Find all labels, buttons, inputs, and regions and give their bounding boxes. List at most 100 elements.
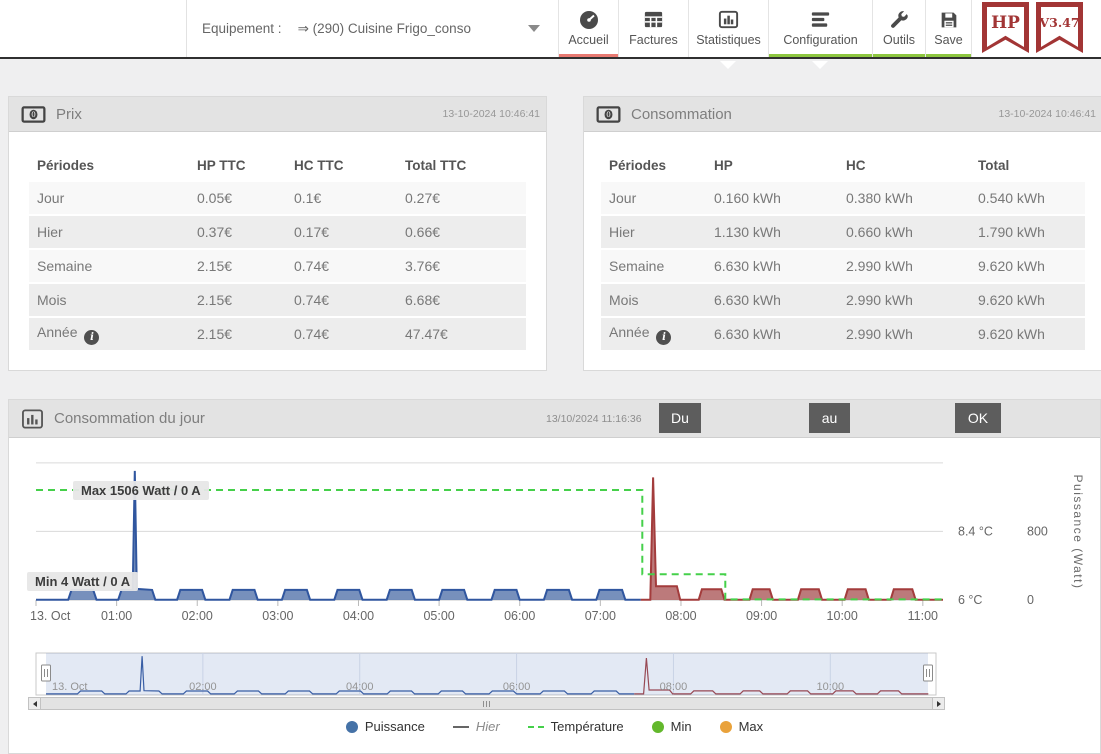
scrollbar-track[interactable] — [41, 697, 932, 710]
cell: 2.990 kWh — [846, 292, 978, 308]
legend-item-hier[interactable]: Hier — [453, 719, 500, 734]
panel-header: Consommation du jour 13/10/2024 11:16:36… — [9, 400, 1100, 438]
badge-text: V3.47 — [1036, 15, 1083, 30]
du-button[interactable]: Du — [659, 403, 701, 433]
nav-item-outils[interactable]: Outils — [872, 0, 925, 57]
legend-label: Min — [671, 719, 692, 734]
svg-text:0: 0 — [31, 110, 36, 119]
main-nav: Accueil Factures Statistiques Configurat… — [558, 0, 972, 57]
row-label: Mois — [609, 292, 714, 308]
panel-title: Consommation — [631, 106, 732, 123]
nav-label: Outils — [883, 33, 915, 47]
divider — [186, 0, 187, 57]
table-row: Semaine 2.15€ 0.74€ 3.76€ — [29, 250, 526, 282]
nav-item-accueil[interactable]: Accueil — [558, 0, 618, 57]
active-underline — [769, 54, 872, 57]
max-annotation: Max 1506 Watt / 0 A — [73, 481, 209, 500]
legend-item-température[interactable]: Température — [528, 719, 624, 734]
table-row: Hier 0.37€ 0.17€ 0.66€ — [29, 216, 526, 248]
nav-item-factures[interactable]: Factures — [618, 0, 688, 57]
cell: 1.790 kWh — [978, 224, 1085, 240]
column-header: HP TTC — [197, 158, 294, 173]
nav-item-configuration[interactable]: Configuration — [768, 0, 872, 57]
column-header: Périodes — [609, 158, 714, 173]
equipment-selector[interactable]: Equipement : ⇒ (290) Cuisine Frigo_conso — [202, 0, 471, 57]
scrollbar-grip[interactable] — [483, 701, 491, 707]
cell: 0.380 kWh — [846, 190, 978, 206]
gauge-icon — [577, 7, 601, 32]
cell: 0.160 kWh — [714, 190, 846, 206]
bar-chart-icon — [21, 409, 44, 429]
table-row: Jour 0.05€ 0.1€ 0.27€ — [29, 182, 526, 214]
table-header-row: Périodes HP HC Total — [601, 150, 1085, 180]
cell: 2.15€ — [197, 258, 294, 274]
equipment-label: Equipement : — [202, 21, 282, 36]
wrench-icon — [888, 7, 910, 32]
cell: 0.74€ — [294, 292, 405, 308]
left-triangle-icon — [33, 701, 37, 707]
cell: 1.130 kWh — [714, 224, 846, 240]
sliders-icon — [809, 7, 832, 32]
scrollbar-right-arrow[interactable] — [932, 697, 945, 710]
panel-header: 0 Consommation 13-10-2024 10:46:41 — [584, 97, 1101, 132]
legend-circle-marker — [346, 721, 358, 733]
cell: 0.27€ — [405, 190, 526, 206]
chart-legend: Puissance Hier Température Min Max — [8, 719, 1101, 734]
cell: 2.15€ — [197, 326, 294, 342]
column-header: Total — [978, 158, 1085, 173]
legend-dash-marker — [528, 726, 544, 728]
active-underline — [873, 54, 925, 57]
cell: 0.74€ — [294, 258, 405, 274]
badge-text: HP — [982, 13, 1029, 33]
ok-button[interactable]: OK — [955, 403, 1001, 433]
cell: 0.660 kWh — [846, 224, 978, 240]
cell: 9.620 kWh — [978, 326, 1085, 342]
table-row: Mois 6.630 kWh 2.990 kWh 9.620 kWh — [601, 284, 1085, 316]
dropdown-caret-configuration — [812, 61, 828, 69]
chevron-down-icon[interactable] — [528, 25, 540, 32]
equipment-value: ⇒ (290) Cuisine Frigo_conso — [298, 21, 471, 37]
legend-label: Température — [551, 719, 624, 734]
legend-item-puissance[interactable]: Puissance — [346, 719, 425, 734]
money-icon: 0 — [596, 106, 621, 123]
row-label: Annéei — [609, 324, 714, 345]
cell: 2.990 kWh — [846, 258, 978, 274]
bar-chart-icon — [717, 7, 740, 32]
nav-label: Statistiques — [696, 33, 761, 47]
table-row: Jour 0.160 kWh 0.380 kWh 0.540 kWh — [601, 182, 1085, 214]
column-header: Total TTC — [405, 158, 526, 173]
top-bar: Equipement : ⇒ (290) Cuisine Frigo_conso… — [0, 0, 1101, 59]
cell: 6.630 kWh — [714, 326, 846, 342]
min-annotation: Min 4 Watt / 0 A — [27, 572, 138, 591]
badge-version: V3.47 — [1036, 2, 1083, 53]
info-icon[interactable]: i — [656, 330, 671, 345]
page: { "topbar": { "equipment_label": "Equipe… — [0, 0, 1101, 754]
legend-item-max[interactable]: Max — [720, 719, 764, 734]
row-label: Hier — [609, 224, 714, 240]
timestamp: 13-10-2024 10:46:41 — [443, 108, 541, 120]
legend-label: Hier — [476, 719, 500, 734]
au-button[interactable]: au — [809, 403, 850, 433]
cell: 6.630 kWh — [714, 258, 846, 274]
column-header: HP — [714, 158, 846, 173]
cell: 3.76€ — [405, 258, 526, 274]
scrollbar-left-arrow[interactable] — [28, 697, 41, 710]
table-row: Annéei 6.630 kWh 2.990 kWh 9.620 kWh — [601, 318, 1085, 350]
nav-item-save[interactable]: Save — [925, 0, 972, 57]
nav-item-statistiques[interactable]: Statistiques — [688, 0, 768, 57]
cell: 9.620 kWh — [978, 292, 1085, 308]
cell: 0.17€ — [294, 224, 405, 240]
info-icon[interactable]: i — [84, 330, 99, 345]
row-label: Annéei — [37, 324, 197, 345]
row-label: Semaine — [609, 258, 714, 274]
row-label: Jour — [37, 190, 197, 206]
table-icon — [642, 7, 665, 32]
cell: 0.66€ — [405, 224, 526, 240]
dropdown-caret-statistiques — [720, 61, 736, 69]
panel-prix: 0 Prix 13-10-2024 10:46:41 Périodes HP T… — [8, 96, 547, 371]
active-underline — [559, 54, 618, 57]
legend-item-min[interactable]: Min — [652, 719, 692, 734]
cell: 0.37€ — [197, 224, 294, 240]
panel-title: Consommation du jour — [54, 410, 205, 427]
row-label: Hier — [37, 224, 197, 240]
